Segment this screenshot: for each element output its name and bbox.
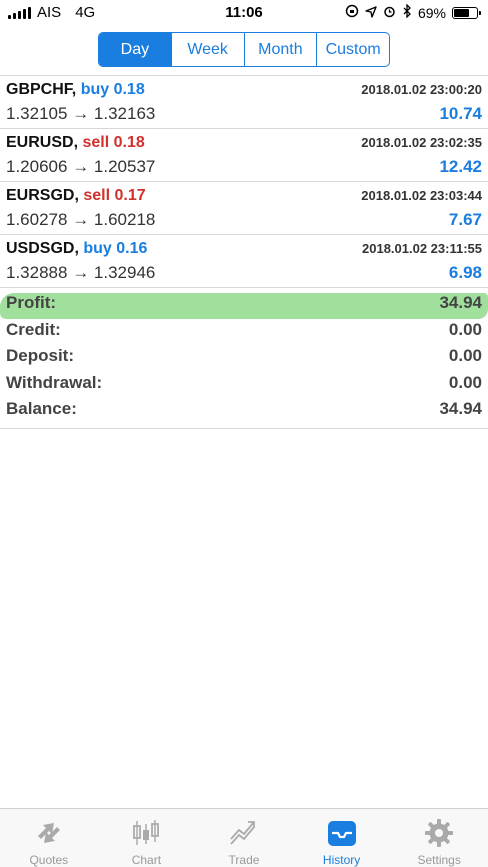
tab-week[interactable]: Week (172, 33, 245, 66)
battery-icon (452, 6, 481, 19)
arrow-icon: → (72, 263, 90, 282)
summary-row-credit: Credit: 0.00 (0, 317, 488, 344)
summary-row-balance: Balance: 34.94 (0, 396, 488, 423)
gear-icon (423, 817, 455, 848)
summary-value: 34.94 (439, 399, 482, 419)
trade-row[interactable]: EURUSD, sell 0.18 2018.01.02 23:02:35 1.… (0, 129, 488, 182)
bottom-tab-bar: Quotes Chart Trade History Settings (0, 808, 488, 867)
trade-prices: 1.60278 → 1.60218 (6, 210, 155, 230)
trade-time: 2018.01.02 23:03:44 (361, 188, 482, 203)
trade-symbol: EURSGD, (6, 187, 79, 204)
summary-label: Deposit: (6, 346, 74, 366)
tab-settings[interactable]: Settings (390, 809, 488, 867)
close-price: 1.32163 (93, 104, 156, 123)
summary-row-withdrawal: Withdrawal: 0.00 (0, 370, 488, 397)
summary-value: 0.00 (448, 346, 482, 366)
summary-label: Balance: (6, 399, 77, 419)
battery-percent: 69% (417, 4, 446, 21)
trade-prices: 1.32105 → 1.32163 (6, 104, 155, 124)
candlestick-chart-icon (130, 817, 162, 848)
history-inbox-icon (326, 817, 358, 848)
trade-side: buy 0.16 (83, 240, 148, 257)
summary-row-deposit: Deposit: 0.00 (0, 343, 488, 370)
arrow-icon: → (72, 104, 90, 123)
open-price: 1.32105 (6, 104, 68, 123)
trade-time: 2018.01.02 23:00:20 (361, 82, 482, 97)
tab-quotes[interactable]: Quotes (0, 809, 98, 867)
trade-time: 2018.01.02 23:11:55 (362, 241, 482, 256)
quotes-icon (33, 817, 65, 848)
tab-day[interactable]: Day (99, 33, 172, 66)
screen-lock-icon (345, 4, 359, 21)
close-price: 1.20537 (93, 157, 156, 176)
close-price: 1.60218 (93, 210, 156, 229)
trade-symbol: GBPCHF, (6, 81, 77, 98)
alarm-icon (383, 5, 396, 21)
status-bar: AIS 4G 11:06 69% (0, 0, 488, 26)
tab-label: History (322, 853, 361, 867)
tab-label: Quotes (29, 853, 69, 867)
arrow-icon: → (72, 157, 90, 176)
arrow-icon: → (72, 210, 90, 229)
trade-history-list: GBPCHF, buy 0.18 2018.01.02 23:00:20 1.3… (0, 76, 488, 288)
trade-icon (228, 817, 260, 848)
trade-profit: 10.74 (439, 104, 482, 123)
trade-profit: 7.67 (448, 210, 482, 229)
tab-trade[interactable]: Trade (195, 809, 293, 867)
summary-label: Profit: (6, 293, 57, 313)
tab-custom[interactable]: Custom (317, 33, 389, 66)
trade-row[interactable]: EURSGD, sell 0.17 2018.01.02 23:03:44 1.… (0, 182, 488, 235)
trade-time: 2018.01.02 23:02:35 (361, 135, 482, 150)
trade-prices: 1.20606 → 1.20537 (6, 157, 155, 177)
tab-label: Trade (228, 853, 260, 867)
trade-symbol: USDSGD, (6, 240, 79, 257)
status-right: 69% (345, 3, 481, 21)
trade-symbol: EURUSD, (6, 134, 79, 151)
summary-value: 34.94 (439, 293, 482, 313)
summary-label: Withdrawal: (6, 372, 103, 392)
summary-value: 0.00 (448, 319, 482, 339)
trade-row[interactable]: GBPCHF, buy 0.18 2018.01.02 23:00:20 1.3… (0, 76, 488, 129)
location-icon (365, 5, 377, 21)
summary-row-profit: Profit: 34.94 (0, 290, 488, 317)
account-summary: Profit: 34.94 Credit: 0.00 Deposit: 0.00… (0, 290, 488, 429)
trade-row[interactable]: USDSGD, buy 0.16 2018.01.02 23:11:55 1.3… (0, 235, 488, 288)
battery-level (454, 8, 470, 17)
summary-value: 0.00 (448, 372, 482, 392)
trade-profit: 6.98 (448, 263, 482, 282)
trade-side: buy 0.18 (80, 81, 145, 98)
summary-label: Credit: (6, 319, 61, 339)
open-price: 1.20606 (6, 157, 68, 176)
tab-label: Settings (417, 853, 461, 867)
close-price: 1.32946 (93, 263, 156, 282)
trade-prices: 1.32888 → 1.32946 (6, 263, 155, 283)
bluetooth-icon (402, 3, 412, 21)
tab-month[interactable]: Month (245, 33, 318, 66)
open-price: 1.32888 (6, 263, 68, 282)
tab-label: Chart (131, 853, 162, 867)
tab-chart[interactable]: Chart (98, 809, 196, 867)
trade-side: sell 0.18 (82, 134, 145, 151)
open-price: 1.60278 (6, 210, 68, 229)
period-segmented-control: Day Week Month Custom (98, 32, 390, 67)
trade-profit: 12.42 (439, 157, 482, 176)
tab-history[interactable]: History (293, 809, 391, 867)
trade-side: sell 0.17 (83, 187, 146, 204)
